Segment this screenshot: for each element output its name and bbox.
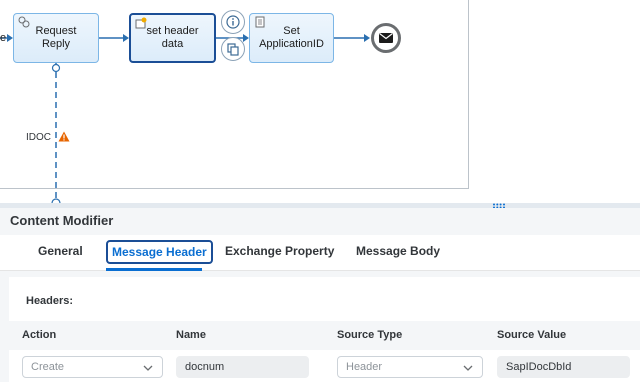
copy-button[interactable] xyxy=(221,37,245,61)
source-value-field[interactable]: SapIDocDbId xyxy=(497,356,630,378)
chevron-down-icon xyxy=(463,365,473,371)
tab-general[interactable]: General xyxy=(38,244,83,258)
request-reply-icon xyxy=(18,16,30,28)
column-header-source-value[interactable]: Source Value xyxy=(497,329,566,341)
arrowhead xyxy=(364,34,370,42)
source-value-value: SapIDocDbId xyxy=(506,361,572,373)
headers-section-title: Headers: xyxy=(26,295,74,307)
info-button[interactable] xyxy=(221,10,245,34)
content-modifier-icon xyxy=(135,17,147,29)
step-label: Set ApplicationID xyxy=(259,25,324,50)
copy-icon xyxy=(227,43,239,56)
selected-tab-indicator xyxy=(106,268,202,271)
header-name-field[interactable]: docnum xyxy=(176,356,309,378)
action-select[interactable]: Create xyxy=(22,356,163,378)
tab-exchange-property[interactable]: Exchange Property xyxy=(225,244,334,258)
panel-title: Content Modifier xyxy=(10,213,114,228)
script-icon xyxy=(255,16,265,28)
info-icon xyxy=(226,15,240,29)
source-type-select-value: Header xyxy=(346,361,383,373)
action-select-value: Create xyxy=(31,361,65,373)
column-header-name[interactable]: Name xyxy=(176,329,206,341)
message-flow-start-marker xyxy=(51,63,61,73)
column-header-action[interactable]: Action xyxy=(22,329,56,341)
message-flow-label: IDOC xyxy=(26,132,51,143)
warning-icon[interactable] xyxy=(58,131,70,142)
header-name-value: docnum xyxy=(185,361,225,373)
tab-message-body[interactable]: Message Body xyxy=(356,244,440,258)
envelope-icon xyxy=(379,33,393,43)
source-type-select[interactable]: Header xyxy=(337,356,483,378)
step-label: Request Reply xyxy=(35,25,77,50)
incoming-connector-label: e xyxy=(0,32,7,44)
step-request-reply[interactable]: Request Reply xyxy=(13,13,99,63)
step-set-header-data[interactable]: set header data xyxy=(129,13,216,63)
column-header-source-type[interactable]: Source Type xyxy=(337,329,402,341)
tab-message-header[interactable]: Message Header xyxy=(106,240,213,264)
step-set-application-id[interactable]: Set ApplicationID xyxy=(249,13,334,63)
chevron-down-icon xyxy=(143,365,153,371)
end-message-event[interactable] xyxy=(371,23,401,53)
